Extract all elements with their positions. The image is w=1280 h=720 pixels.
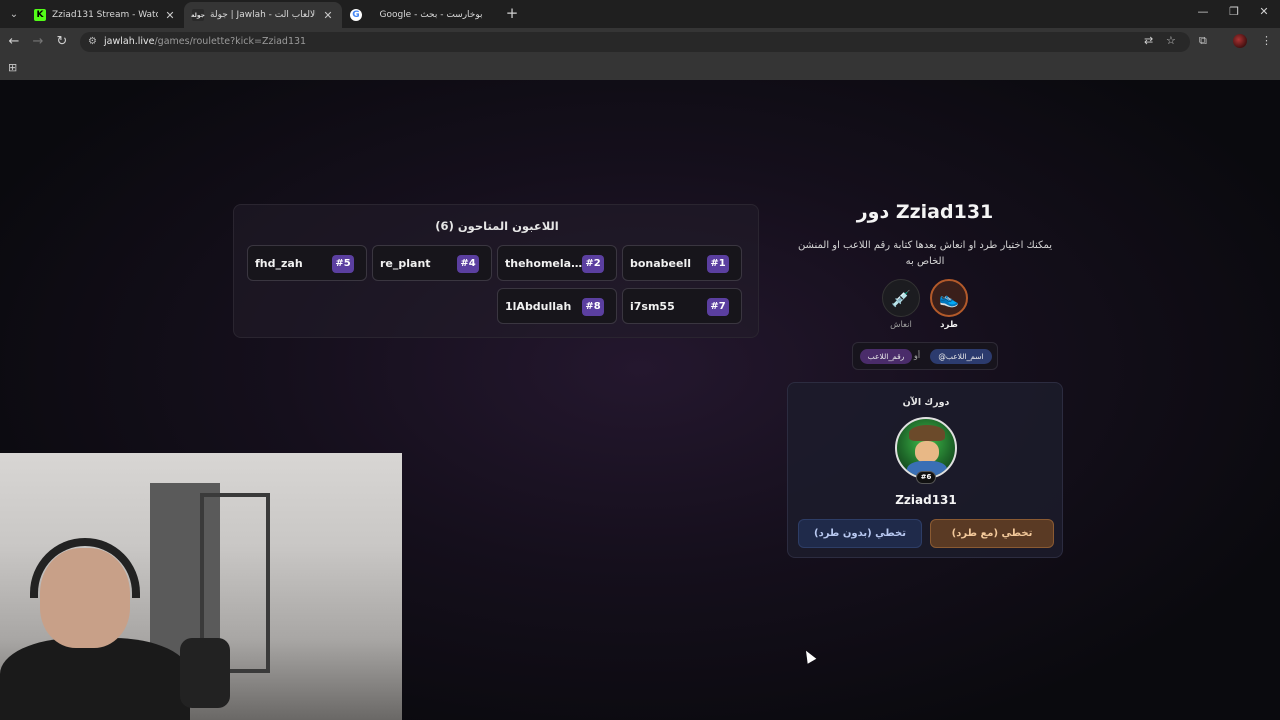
players-title: اللاعبون المتاحون (6) (435, 219, 559, 233)
skip-without-kick-button[interactable]: تخطي (بدون طرد) (798, 519, 922, 548)
available-players-panel: اللاعبون المتاحون (6) bonabeell #1 theho… (233, 204, 759, 338)
translate-icon[interactable]: ⇄ (1144, 34, 1153, 47)
player-number: #7 (707, 298, 729, 316)
forward-icon[interactable]: → (30, 34, 46, 50)
or-text: أو (914, 351, 921, 360)
revive-action-button[interactable]: 💉 (882, 279, 920, 317)
current-player-name: Zziad131 (895, 493, 957, 507)
star-icon[interactable]: ☆ (1166, 34, 1176, 47)
player-name: i7sm55 (630, 300, 675, 313)
close-window-icon[interactable]: ✕ (1256, 5, 1272, 18)
new-tab-button[interactable]: + (504, 5, 520, 21)
page-content: اللاعبون المتاحون (6) bonabeell #1 theho… (0, 80, 1280, 720)
tab-jawlah[interactable]: جولة جولة | Jawlah - منصة الألعاب الت ✕ (184, 2, 342, 28)
jawlah-favicon-icon: جولة (191, 9, 205, 21)
kick-label: طرد (940, 320, 958, 330)
extensions-icon[interactable]: ⧉ (1199, 34, 1207, 48)
avatar (895, 417, 957, 479)
kick-action-button[interactable]: 👟 (930, 279, 968, 317)
url-text[interactable]: jawlah.live/games/roulette?kick=Zziad131 (104, 36, 306, 47)
skip-with-kick-button[interactable]: تخطي (مع طرد) (930, 519, 1054, 548)
player-number: #5 (332, 255, 354, 273)
player-card[interactable]: re_plant #4 (372, 245, 492, 281)
tab-list-icon[interactable]: ⌄ (4, 4, 24, 24)
player-number-chip: رقم_اللاعب (860, 349, 912, 364)
back-icon[interactable]: ← (6, 34, 22, 50)
player-name: re_plant (380, 257, 431, 270)
player-card[interactable]: i7sm55 #7 (622, 288, 742, 324)
tab-title: Google - بوخارست - بحث (379, 10, 483, 20)
url-host: jawlah.live (104, 36, 155, 47)
player-number: #2 (582, 255, 604, 273)
kick-favicon-icon: K (34, 9, 46, 21)
minimize-icon[interactable]: — (1195, 5, 1211, 18)
player-card[interactable]: bonabeell #1 (622, 245, 742, 281)
player-name: fhd_zah (255, 257, 303, 270)
player-mention-chip: @اسم_اللاعب (930, 349, 992, 364)
player-number: #8 (582, 298, 604, 316)
avatar-number-badge: #6 (916, 471, 936, 484)
close-tab-icon[interactable]: ✕ (164, 9, 176, 22)
webcam-overlay (0, 453, 402, 720)
reload-icon[interactable]: ↻ (54, 34, 70, 50)
tab-stream[interactable]: K Zziad131 Stream - Watch Live o ✕ (26, 2, 184, 28)
player-name: thehomelan... (505, 257, 585, 270)
syringe-icon: 💉 (891, 288, 911, 308)
player-name: bonabeell (630, 257, 692, 270)
mouse-cursor-icon (801, 648, 817, 664)
turn-description: يمكنك اختيار طرد او انعاش بعدها كتابة رق… (797, 240, 1053, 267)
bookmarks-bar (0, 56, 1280, 80)
player-card[interactable]: thehomelan... #2 (497, 245, 617, 281)
menu-icon[interactable]: ⋮ (1261, 34, 1272, 47)
google-favicon-icon: G (350, 9, 362, 21)
revive-label: انعاش (890, 320, 912, 330)
player-name: 1lAbdullah (505, 300, 572, 313)
url-path: /games/roulette?kick=Zziad131 (154, 36, 307, 47)
tab-title: جولة | Jawlah - منصة الألعاب الت (210, 10, 316, 20)
your-turn-label: دورك الآن (902, 397, 950, 408)
restore-icon[interactable]: ❐ (1226, 5, 1242, 18)
microphone (180, 638, 230, 708)
player-card[interactable]: 1lAbdullah #8 (497, 288, 617, 324)
player-number: #1 (707, 255, 729, 273)
site-info-icon[interactable]: ⚙ (88, 36, 97, 47)
tab-bar: ⌄ K Zziad131 Stream - Watch Live o ✕ جول… (0, 0, 1280, 28)
tab-google[interactable]: G Google - بوخارست - بحث (342, 2, 502, 28)
apps-grid-icon[interactable]: ⊞ (8, 61, 17, 74)
player-number: #4 (457, 255, 479, 273)
kick-shoe-icon: 👟 (939, 288, 959, 308)
turn-title: دور Zziad131 (856, 201, 994, 223)
player-card[interactable]: fhd_zah #5 (247, 245, 367, 281)
tab-title: Zziad131 Stream - Watch Live o (52, 10, 158, 20)
current-turn-card: دورك الآن #6 Zziad131 تخطي (مع طرد) تخطي… (787, 382, 1063, 558)
close-tab-icon[interactable]: ✕ (322, 9, 334, 22)
profile-avatar[interactable] (1233, 34, 1247, 48)
